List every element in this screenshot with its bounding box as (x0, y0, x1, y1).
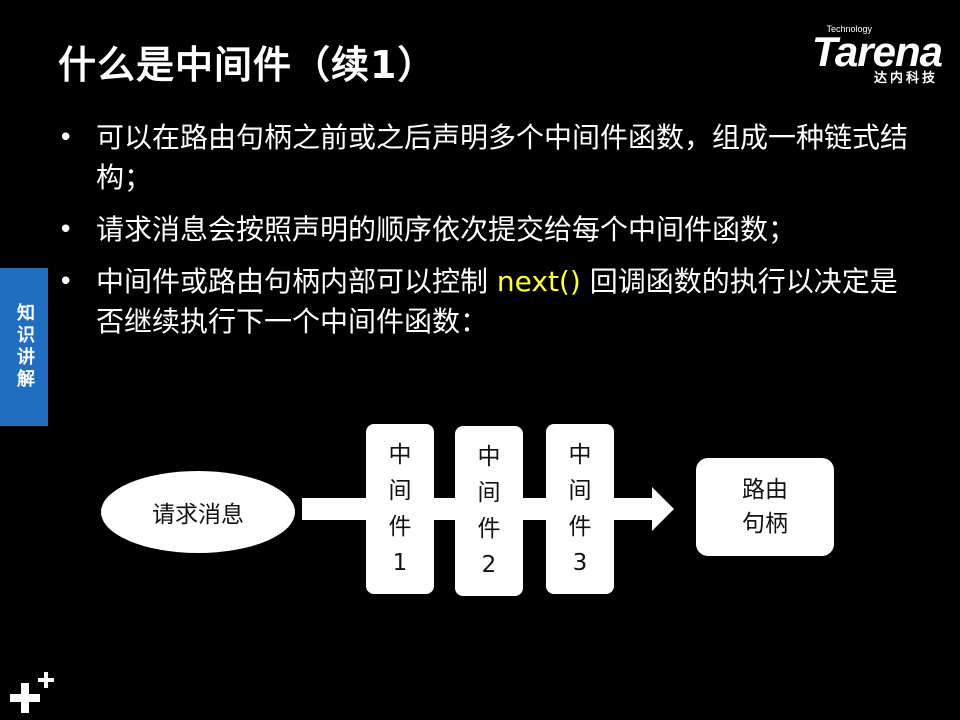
middleware-char: 间 (388, 478, 412, 504)
middleware-char: 件 (388, 514, 412, 540)
request-message-node: 请求消息 (101, 471, 295, 553)
route-label-line: 路由 (742, 477, 788, 503)
middleware-number: 1 (392, 550, 408, 576)
middleware-number: 2 (481, 552, 497, 578)
middleware-flow-diagram: 请求消息 中 间 件 1 中 间 件 2 中 间 件 3 路由 句柄 (0, 0, 960, 720)
middleware-char: 件 (568, 514, 592, 540)
middleware-char: 间 (477, 480, 501, 506)
request-label: 请求消息 (152, 502, 244, 528)
middleware-char: 件 (477, 516, 501, 542)
middleware-char: 中 (388, 442, 412, 468)
middleware-number: 3 (572, 550, 588, 576)
route-handler-node: 路由 句柄 (696, 458, 834, 556)
flow-arrow-head-icon (652, 487, 674, 531)
middleware-char: 中 (568, 442, 592, 468)
middleware-char: 中 (477, 444, 501, 470)
middleware-char: 间 (568, 478, 592, 504)
route-label-line: 句柄 (742, 511, 788, 537)
slide: 什么是中间件（续1） Technology Tarena 达内科技 • 可以在路… (0, 0, 960, 720)
middleware-node-1: 中 间 件 1 (366, 424, 434, 594)
plus-logo-icon (10, 672, 54, 713)
middleware-node-3: 中 间 件 3 (546, 424, 614, 594)
middleware-node-2: 中 间 件 2 (455, 426, 523, 596)
